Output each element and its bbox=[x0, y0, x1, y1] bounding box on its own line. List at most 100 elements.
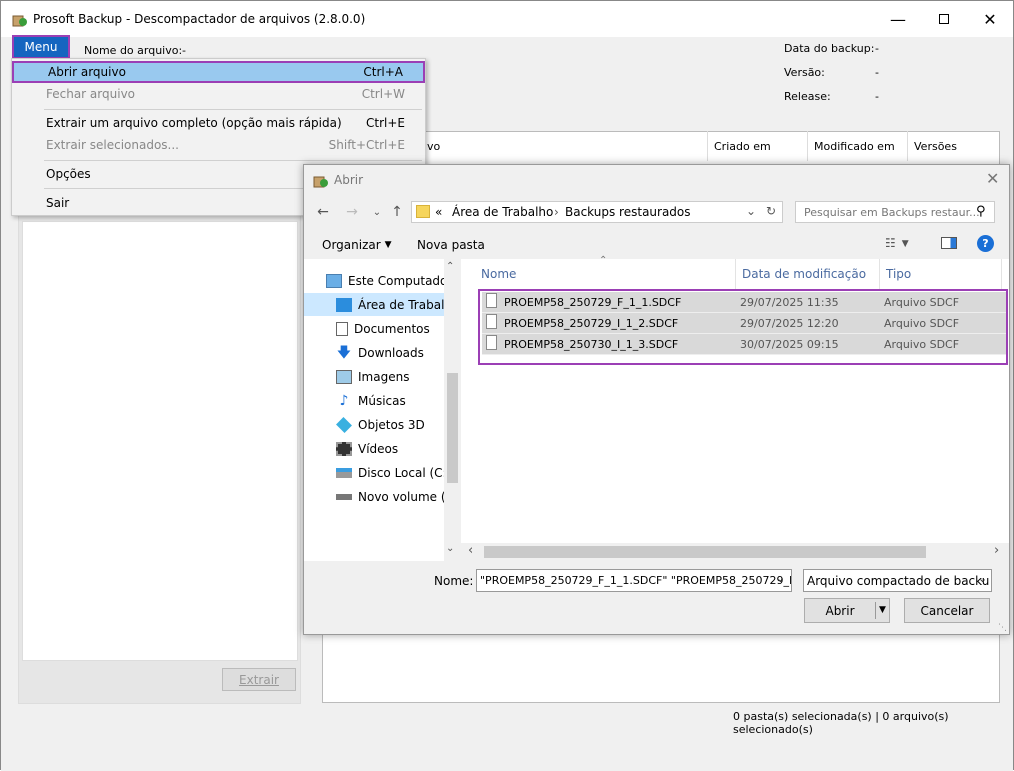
breadcrumb-item-desktop[interactable]: Área de Trabalho bbox=[452, 205, 553, 219]
caret-down-icon: ▼ bbox=[901, 239, 909, 249]
menu-item-label: Fechar arquivo bbox=[46, 87, 136, 101]
open-button-label: Abrir bbox=[825, 603, 855, 618]
file-column-type[interactable]: Tipo bbox=[886, 267, 911, 281]
backup-date-value: - bbox=[875, 42, 879, 55]
nav-item-label: Objetos 3D bbox=[358, 417, 425, 432]
computer-icon bbox=[326, 273, 342, 288]
menu-item-open-file[interactable]: Abrir arquivo Ctrl+A bbox=[12, 61, 425, 83]
column-modified-header[interactable]: Modificado em bbox=[807, 131, 907, 161]
address-bar[interactable]: « Área de Trabalho › Backups restaurados… bbox=[411, 201, 783, 223]
column-name-header[interactable]: vo bbox=[421, 131, 707, 161]
filename-dropdown-icon[interactable]: ⌄ bbox=[776, 572, 785, 585]
close-button[interactable]: ✕ bbox=[967, 1, 1013, 37]
column-divider bbox=[1001, 259, 1002, 289]
up-arrow-icon[interactable]: ↑ bbox=[387, 201, 407, 223]
version-label: Versão: bbox=[784, 66, 825, 79]
app-icon bbox=[12, 15, 27, 27]
desktop-icon bbox=[336, 297, 352, 312]
menu-separator bbox=[44, 160, 422, 161]
menu-item-label: Sair bbox=[46, 196, 70, 210]
window-title: Prosoft Backup - Descompactador de arqui… bbox=[33, 12, 366, 26]
scroll-down-icon[interactable]: ⌄ bbox=[446, 543, 454, 554]
menu-item-label: Extrair um arquivo completo (opção mais … bbox=[46, 116, 342, 130]
folder-tree[interactable] bbox=[22, 221, 298, 661]
help-icon[interactable]: ? bbox=[977, 235, 994, 252]
search-input[interactable]: Pesquisar em Backups restaur... bbox=[804, 206, 980, 219]
organize-button[interactable]: Organizar ▼ bbox=[322, 238, 392, 252]
scroll-right-icon[interactable]: › bbox=[994, 543, 999, 558]
menu-separator bbox=[44, 109, 422, 110]
view-list-icon: ☷ bbox=[885, 236, 896, 250]
nav-item-desktop[interactable]: Área de Trabalho bbox=[304, 293, 444, 316]
breadcrumb-item-backups[interactable]: Backups restaurados bbox=[565, 205, 691, 219]
scroll-up-icon[interactable]: ⌃ bbox=[446, 261, 454, 272]
menu-item-shortcut: Shift+Ctrl+E bbox=[328, 138, 405, 152]
view-options-button[interactable]: ☷ ▼ bbox=[885, 236, 909, 250]
minimize-button[interactable]: — bbox=[875, 1, 921, 37]
nav-item-new-volume[interactable]: Novo volume (D bbox=[336, 485, 444, 508]
file-type-dropdown-icon[interactable]: ⌄ bbox=[978, 572, 987, 585]
organize-label: Organizar bbox=[322, 238, 381, 252]
preview-pane-icon[interactable] bbox=[941, 237, 957, 249]
file-type-select[interactable]: Arquivo compactado de backu bbox=[803, 569, 992, 592]
open-dropdown-icon[interactable]: ▼ bbox=[875, 602, 886, 619]
file-name-value: - bbox=[182, 44, 186, 57]
address-dropdown-icon[interactable]: ⌄ bbox=[746, 204, 756, 218]
column-created-header[interactable]: Criado em bbox=[707, 131, 807, 161]
dialog-toolbar: Organizar ▼ Nova pasta ☷ ▼ ? bbox=[304, 231, 1009, 259]
nav-item-label: Downloads bbox=[358, 345, 424, 360]
selection-highlight bbox=[478, 289, 1008, 365]
search-icon[interactable]: ⚲ bbox=[976, 204, 986, 219]
nav-item-label: Disco Local (C:) bbox=[358, 465, 452, 480]
forward-arrow-icon[interactable]: → bbox=[342, 201, 362, 223]
resize-grip-icon[interactable]: ⋱ bbox=[998, 623, 1007, 633]
status-text: 0 pasta(s) selecionada(s) | 0 arquivo(s)… bbox=[733, 710, 949, 736]
back-arrow-icon[interactable]: ← bbox=[313, 201, 333, 223]
file-column-name[interactable]: Nome bbox=[481, 267, 516, 281]
file-name-label: Nome do arquivo: bbox=[84, 44, 183, 57]
extract-button[interactable]: Extrair bbox=[222, 668, 296, 691]
menu-item-extract-full[interactable]: Extrair um arquivo completo (opção mais … bbox=[12, 112, 425, 134]
version-value: - bbox=[875, 66, 879, 79]
column-modified-label: Modificado em bbox=[814, 139, 895, 153]
menu-item-label: Opções bbox=[46, 167, 91, 181]
cancel-button[interactable]: Cancelar bbox=[904, 598, 990, 623]
dialog-app-icon bbox=[313, 176, 328, 188]
drive-icon bbox=[336, 493, 352, 500]
filename-input[interactable]: "PROEMP58_250729_F_1_1.SDCF" "PROEMP58_2… bbox=[476, 569, 792, 592]
nav-item-label: Novo volume (D bbox=[358, 489, 444, 504]
column-versions-label: Versões bbox=[914, 139, 957, 153]
search-box[interactable]: Pesquisar em Backups restaur... ⚲ bbox=[795, 201, 995, 223]
new-folder-button[interactable]: Nova pasta bbox=[417, 238, 485, 252]
refresh-icon[interactable]: ↻ bbox=[766, 204, 776, 218]
file-list-scroll-thumb[interactable] bbox=[484, 546, 926, 558]
menu-item-label: Abrir arquivo bbox=[48, 65, 126, 79]
breadcrumb-overflow[interactable]: « bbox=[435, 205, 442, 219]
menu-item-shortcut: Ctrl+W bbox=[361, 87, 405, 101]
nav-pane-scroll-thumb[interactable] bbox=[447, 373, 458, 483]
menu-item-shortcut: Ctrl+A bbox=[363, 65, 403, 79]
drive-icon bbox=[336, 467, 352, 478]
open-file-dialog: Abrir ✕ ← → ⌄ ↑ « Área de Trabalho › Bac… bbox=[303, 164, 1010, 635]
menu-item-extract-selected[interactable]: Extrair selecionados... Shift+Ctrl+E bbox=[12, 134, 425, 156]
recent-locations-chevron-icon[interactable]: ⌄ bbox=[367, 201, 387, 223]
maximize-button[interactable] bbox=[921, 1, 967, 37]
documents-icon bbox=[336, 321, 348, 336]
release-value: - bbox=[875, 90, 879, 103]
open-button[interactable]: Abrir ▼ bbox=[804, 598, 890, 623]
nav-item-label: Este Computador bbox=[348, 273, 453, 288]
dialog-close-icon[interactable]: ✕ bbox=[986, 169, 999, 188]
menu-button[interactable]: Menu bbox=[12, 35, 70, 59]
breadcrumb-separator-icon: › bbox=[554, 205, 559, 219]
nav-item-label: Vídeos bbox=[358, 441, 399, 456]
scroll-left-icon[interactable]: ‹ bbox=[468, 543, 473, 558]
column-versions-header[interactable]: Versões bbox=[907, 131, 999, 161]
filename-label: Nome: bbox=[434, 574, 474, 588]
title-bar: Prosoft Backup - Descompactador de arqui… bbox=[1, 1, 1013, 37]
column-divider bbox=[879, 259, 880, 289]
release-label: Release: bbox=[784, 90, 831, 103]
file-column-date[interactable]: Data de modificação bbox=[742, 267, 866, 281]
dialog-title: Abrir bbox=[334, 173, 364, 187]
menu-item-close-file[interactable]: Fechar arquivo Ctrl+W bbox=[12, 83, 425, 105]
caret-down-icon: ▼ bbox=[384, 240, 392, 250]
